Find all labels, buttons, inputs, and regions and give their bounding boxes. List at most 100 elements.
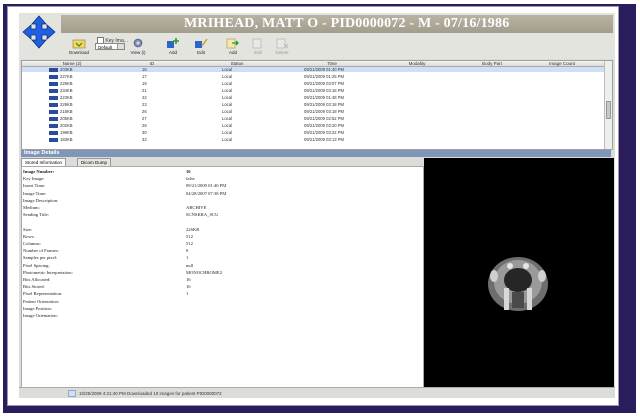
- detail-label: Samples per pixel:: [23, 255, 58, 261]
- detail-label: Medium:: [23, 205, 40, 210]
- delete-disabled-icon: [276, 38, 289, 49]
- detail-value: 226KB: [186, 226, 200, 232]
- cell-status: Local: [222, 130, 233, 135]
- detail-value: 04/28/2007 07:38 PM: [186, 190, 227, 196]
- cell-id: 26: [142, 109, 147, 114]
- detail-label: Image Orientation:: [23, 313, 58, 318]
- table-row[interactable]: 205KB 27 Local 09/21/2009 02:52 PM: [22, 116, 604, 121]
- cell-status: Local: [222, 95, 233, 100]
- table-scrollbar[interactable]: [604, 61, 612, 149]
- cell-time: 09/21/2009 01:48 PM: [304, 95, 345, 100]
- column-header[interactable]: Name (2): [42, 61, 102, 66]
- cell-time: 09/21/2009 03:07 PM: [304, 81, 345, 86]
- cell-name: 223KB: [60, 95, 73, 100]
- column-header[interactable]: Body Part: [462, 61, 522, 66]
- column-header[interactable]: Modality: [382, 61, 452, 66]
- detail-label: Insert Time:: [23, 183, 46, 189]
- preset-select[interactable]: Default: [95, 43, 125, 50]
- detail-value: 16: [186, 277, 191, 282]
- add-item-button[interactable]: Add: [222, 37, 244, 57]
- cell-name: 202KB: [60, 123, 73, 128]
- image-file-icon: [49, 102, 58, 107]
- detail-value: 1: [186, 255, 189, 261]
- detail-row: Key Image: false: [22, 176, 422, 182]
- cell-time: 09/21/2009 03:18 PM: [304, 102, 345, 107]
- edit-item-button[interactable]: Edit: [248, 37, 268, 57]
- detail-value: 16: [186, 169, 191, 174]
- table-row[interactable]: 203KB 16 Local 09/21/2009 01:40 PM: [22, 67, 604, 72]
- cell-name: 203KB: [60, 67, 73, 72]
- add-arrow-icon: [226, 38, 239, 49]
- cell-time: 09/21/2009 03:18 PM: [304, 109, 345, 114]
- table-row[interactable]: 218KB 26 Local 09/21/2009 03:18 PM: [22, 109, 604, 114]
- details-panel: Image Number: 16 Key Image: false Insert Tim…: [21, 166, 424, 390]
- table-row[interactable]: 202KB 28 Local 09/21/2009 03:20 PM: [22, 123, 604, 128]
- detail-value: null: [186, 262, 194, 268]
- detail-value: 16: [186, 284, 191, 290]
- view-button[interactable]: View (i): [127, 37, 149, 57]
- table-row[interactable]: 229KB 23 Local 09/21/2009 03:18 PM: [22, 102, 604, 107]
- detail-label: Pixel Representation:: [23, 291, 63, 297]
- cell-time: 09/21/2009 01:40 PM: [304, 67, 345, 72]
- detail-value: false: [186, 176, 195, 182]
- image-viewer[interactable]: [424, 158, 614, 388]
- navigation-arrows-icon[interactable]: [22, 15, 56, 49]
- detail-row: [22, 219, 422, 225]
- image-file-icon: [49, 116, 58, 121]
- edit-button[interactable]: Edit: [190, 37, 212, 57]
- scrollbar-thumb[interactable]: [606, 101, 611, 119]
- status-bar: 10/25/2009 4:21:40 PM Downloaded 10 imag…: [19, 387, 615, 398]
- detail-row: Photometric Interpretation: MONOCHROME2: [22, 270, 422, 276]
- detail-row: Insert Time: 09/21/2009 01:40 PM: [22, 183, 422, 189]
- column-header[interactable]: Image Count: [527, 61, 597, 66]
- table-row[interactable]: 183KB 32 Local 09/21/2009 03:13 PM: [22, 137, 604, 142]
- detail-label: Pixel Spacing:: [23, 262, 50, 268]
- cell-id: 23: [142, 102, 147, 107]
- detail-label: Image Description:: [23, 197, 59, 203]
- download-button[interactable]: Download: [65, 37, 93, 57]
- detail-row: Pixel Representation: 1: [22, 291, 422, 297]
- table-row[interactable]: 227KB 17 Local 09/21/2009 01:25 PM: [22, 74, 604, 79]
- table-row[interactable]: 199KB 30 Local 09/21/2009 03:22 PM: [22, 130, 604, 135]
- cell-time: 09/21/2009 03:13 PM: [304, 137, 345, 142]
- cell-id: 19: [142, 81, 147, 86]
- cell-id: 27: [142, 116, 147, 121]
- cell-name: 218KB: [60, 109, 73, 114]
- tab-dicom-dump[interactable]: Dicom Dump: [77, 158, 112, 166]
- image-file-icon: [49, 74, 58, 79]
- detail-value: 09/21/2009 01:40 PM: [186, 183, 227, 189]
- add-button[interactable]: Add: [162, 37, 184, 57]
- table-body: 203KB 16 Local 09/21/2009 01:40 PM 227KB 17 Lo…: [22, 67, 604, 149]
- column-header[interactable]: Status: [202, 61, 272, 66]
- table-row[interactable]: 229KB 19 Local 09/21/2009 03:07 PM: [22, 81, 604, 86]
- detail-label: Patient Orientation:: [23, 298, 60, 304]
- detail-label: Sending Title:: [23, 212, 49, 218]
- title-toolbar: MRIHEAD, MATT O - PID0000072 - M - 07/16…: [19, 13, 615, 59]
- image-file-icon: [49, 67, 58, 72]
- cell-status: Local: [222, 74, 233, 79]
- delete-button[interactable]: Delete: [271, 37, 293, 57]
- image-file-icon: [49, 88, 58, 93]
- cell-id: 30: [142, 130, 147, 135]
- image-file-icon: [49, 81, 58, 86]
- column-header[interactable]: ID: [122, 61, 182, 66]
- detail-row: Patient Orientation:: [22, 299, 422, 305]
- detail-row: Pixel Spacing: null: [22, 263, 422, 269]
- cell-name: 183KB: [60, 137, 73, 142]
- detail-row: Image Time: 04/28/2007 07:38 PM: [22, 191, 422, 197]
- detail-value: 512: [186, 233, 193, 239]
- detail-label: Size:: [23, 226, 33, 232]
- cell-status: Local: [222, 88, 233, 93]
- cell-id: 32: [142, 137, 147, 142]
- cell-id: 28: [142, 123, 147, 128]
- table-row[interactable]: 234KB 21 Local 09/21/2009 03:18 PM: [22, 88, 604, 93]
- column-header[interactable]: Time: [282, 61, 382, 66]
- cell-name: 234KB: [60, 88, 73, 93]
- tab-stored-information[interactable]: Stored Information: [21, 158, 67, 166]
- cell-time: 09/21/2009 02:52 PM: [304, 116, 345, 121]
- app-window: MRIHEAD, MATT O - PID0000072 - M - 07/16…: [19, 13, 615, 398]
- detail-label: Bits Stored:: [23, 284, 45, 290]
- table-row[interactable]: 223KB 22 Local 09/21/2009 01:48 PM: [22, 95, 604, 100]
- cell-name: 229KB: [60, 102, 73, 107]
- detail-row: Image Orientation:: [22, 313, 422, 319]
